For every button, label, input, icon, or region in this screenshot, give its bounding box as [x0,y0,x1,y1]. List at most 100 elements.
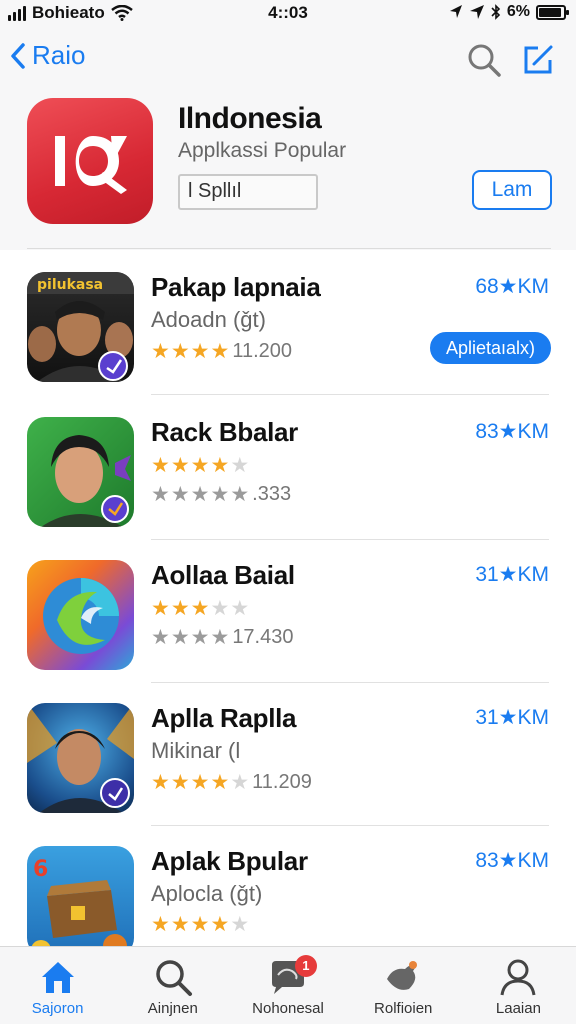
app-meta: 83★KM [475,849,549,872]
star-icon: ★ [170,454,190,477]
star-icon: ★ [151,771,170,794]
star-icon: ★ [151,340,170,363]
star-icon: ★ [190,913,210,936]
star-icon: ★ [230,913,250,936]
location-icon [449,5,462,18]
star-icon: ★ [210,340,230,363]
portrait-icon [27,703,134,813]
tab-label: Sajoron [31,1000,84,1017]
star-icon: ★ [151,597,170,620]
app-meta: 31★KM [475,563,549,586]
star-icon: ★ [230,597,250,620]
location-arrow-icon [469,5,484,19]
app-rating-secondary: ★ ★ ★ ★ ★ .333 [151,483,291,506]
row-divider [151,394,549,395]
star-icon: ★ [210,771,230,794]
tab-label: Ainjnen [147,1000,198,1017]
portrait-icon [41,435,131,527]
app-row[interactable]: Rack Bbalar 83★KM ★ ★ ★ ★ ★ ★ ★ ★ ★ ★ .333 [0,397,576,540]
search-icon[interactable] [466,42,502,78]
app-subtitle: Mikinar (l [151,738,241,763]
person-icon [500,959,536,996]
app-title: Aplak Bpular [151,846,308,876]
app-thumbnail: 6 [27,846,134,956]
featured-header: Ilndonesia Applkassi Popular l Spllıl La… [0,90,576,250]
app-title: Pakap lapnaia [151,272,321,302]
app-thumbnail: pilukasa [27,272,134,382]
star-icon: ★ [170,597,190,620]
star-icon: ★ [151,454,170,477]
app-title: Aplla Raplla [151,703,297,733]
search-icon [156,960,192,996]
bird-icon [387,961,418,990]
app-rating: ★ ★ ★ ★ ★ 11.209 [151,771,312,794]
star-icon: ★ [170,913,190,936]
tab-label: Laaian [495,1000,541,1017]
app-rating: ★ ★ ★ ★ ★ [151,598,249,619]
app-row[interactable]: pilukasa Pakap lapnaia Adoadn (ǧt) 68★KM… [0,252,576,395]
notification-badge: 1 [294,955,317,977]
star-icon: ★ [210,597,230,620]
battery-icon [536,4,569,20]
app-title: Rack Bbalar [151,417,298,447]
app-rating: ★ ★ ★ ★ ★ [151,455,249,476]
star-icon: ★ [230,771,250,794]
app-subtitle: Adoadn (ǧt) [151,307,266,332]
back-button[interactable]: Raio [10,40,85,71]
star-icon: ★ [190,771,210,794]
star-icon: ★ [210,454,230,477]
svg-text:pilukasa: pilukasa [37,277,103,293]
star-icon: ★ [190,483,210,506]
app-subtitle: Aplocla (ǧt) [151,881,263,906]
star-icon: ★ [190,626,210,649]
star-icon: ★ [210,626,230,649]
svg-text:6: 6 [33,857,48,882]
tab-profile-feed[interactable]: Rolfioien [346,947,461,1024]
featured-app-icon[interactable] [27,98,153,224]
app-row[interactable]: Aplla Raplla Mikinar (l 31★KM ★ ★ ★ ★ ★ 11.2… [0,683,576,826]
star-icon: ★ [151,626,170,649]
rating-count: .333 [252,483,292,505]
battery-percent: 6% [506,3,530,20]
star-icon: ★ [170,771,190,794]
chevron-left-icon [11,42,25,69]
star-icon: ★ [170,626,190,649]
nav-bar: Raio [0,26,576,90]
star-icon: ★ [151,913,170,936]
app-thumbnail [27,417,134,527]
app-rating: ★ ★ ★ ★ ★ [151,914,249,935]
status-right: 6% [449,3,569,21]
app-logo-icon [55,136,127,194]
star-icon: ★ [210,483,230,506]
rating-count: 11.209 [252,771,312,793]
swirl-logo-icon [43,578,119,654]
app-thumbnail [27,560,134,670]
tab-messages[interactable]: 1 Nohonesal [230,947,345,1024]
app-meta: 68★KM [475,275,549,298]
app-row[interactable]: Aollaa Baial 31★KM ★ ★ ★ ★ ★ ★ ★ ★ ★ 17.430 [0,540,576,683]
header-action-button[interactable]: Lam [472,170,552,210]
rating-count: 11.200 [232,340,292,362]
page-subtitle: Applkassi Popular [178,139,347,162]
tab-label: Nohonesal [252,1000,324,1017]
tab-account[interactable]: Laaian [461,947,576,1024]
star-icon: ★ [190,340,210,363]
header-divider [27,248,551,249]
rating-count: 17.430 [232,626,294,648]
page-title: Ilndonesia [178,102,322,135]
app-meta: 83★KM [475,420,549,443]
star-icon: ★ [190,454,210,477]
search-field[interactable]: l Spllıl [178,174,318,210]
compose-icon[interactable] [520,42,556,78]
tab-home[interactable]: Sajoron [0,947,115,1024]
status-bar: Bohieato 4::03 6% [0,0,576,26]
bluetooth-icon [491,4,501,20]
star-icon: ★ [170,340,190,363]
app-rating-secondary: ★ ★ ★ ★ 17.430 [151,626,293,649]
star-icon: ★ [210,913,230,936]
back-label: Raio [32,40,86,70]
star-icon: ★ [151,483,170,506]
app-action-button[interactable]: Aplietaıalx) [429,332,551,364]
app-title: Aollaa Baial [151,560,295,590]
tab-search[interactable]: Ainjnen [115,947,230,1024]
